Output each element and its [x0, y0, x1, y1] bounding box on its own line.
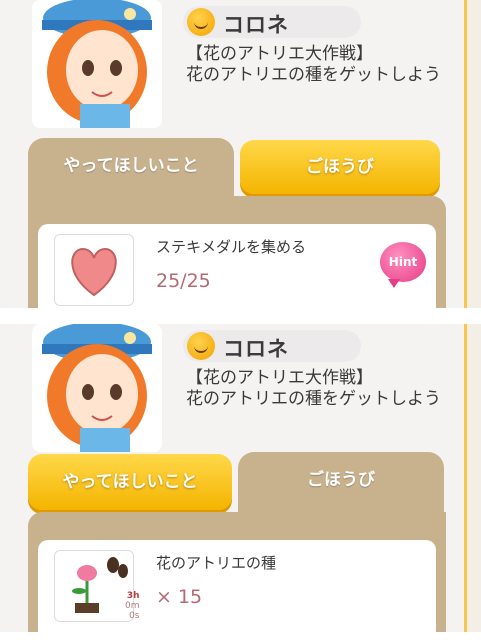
mission-panel-1: コロネ 【花のアトリエ大作戦】 花のアトリエの種をゲットしよう やってほしいこと…: [0, 0, 481, 308]
right-edge-strip: [464, 324, 481, 632]
hint-button[interactable]: Hint: [380, 242, 426, 288]
flower-seed-icon: [72, 557, 128, 613]
mission-panel-2: コロネ 【花のアトリエ大作戦】 花のアトリエの種をゲットしよう やってほしいこと…: [0, 324, 481, 632]
character-avatar: [32, 0, 162, 128]
character-name-pill: コロネ: [183, 330, 361, 362]
reward-quantity: × 15: [156, 586, 203, 608]
tab-content: ステキメダルを集める 25/25 Hint: [28, 196, 446, 308]
heart-icon: [71, 247, 117, 297]
character-avatar: [32, 324, 162, 452]
tab-tasks[interactable]: やってほしいこと: [28, 454, 232, 510]
right-edge-strip: [464, 0, 481, 308]
panel-divider: [0, 308, 481, 324]
item-thumbnail: 3h 0m 0s: [54, 550, 140, 622]
smile-icon: [187, 332, 215, 360]
character-name: コロネ: [223, 337, 289, 361]
character-portrait-icon: [42, 0, 152, 128]
mission-desc: 花のアトリエの種をゲットしよう: [186, 389, 441, 409]
character-portrait-icon: [42, 324, 152, 452]
mission-desc: 花のアトリエの種をゲットしよう: [186, 65, 441, 85]
growth-seconds: 0s: [129, 611, 140, 621]
smile-icon: [187, 8, 215, 36]
task-progress: 25/25: [156, 270, 211, 292]
mission-title: 【花のアトリエ大作戦】: [186, 44, 373, 64]
growth-hours: 3h: [126, 591, 140, 601]
character-name: コロネ: [223, 13, 289, 37]
mission-text: 【花のアトリエ大作戦】 花のアトリエの種をゲットしよう: [186, 368, 441, 410]
tab-content: 3h 0m 0s 花のアトリエの種 × 15: [28, 512, 446, 632]
reward-name: 花のアトリエの種: [156, 554, 277, 572]
task-name: ステキメダルを集める: [156, 238, 307, 256]
growth-minutes: 0m: [125, 601, 140, 611]
tab-rewards[interactable]: ごほうび: [238, 452, 444, 512]
reward-card: 3h 0m 0s 花のアトリエの種 × 15: [38, 540, 436, 632]
mission-title: 【花のアトリエ大作戦】: [186, 368, 373, 388]
mission-text: 【花のアトリエ大作戦】 花のアトリエの種をゲットしよう: [186, 44, 441, 86]
tab-tasks[interactable]: やってほしいこと: [28, 138, 234, 198]
growth-time: 3h 0m 0s: [125, 591, 140, 621]
task-card: ステキメダルを集める 25/25 Hint: [38, 224, 436, 308]
character-name-pill: コロネ: [183, 6, 361, 38]
item-thumbnail: [54, 234, 134, 306]
tab-rewards[interactable]: ごほうび: [240, 140, 440, 194]
